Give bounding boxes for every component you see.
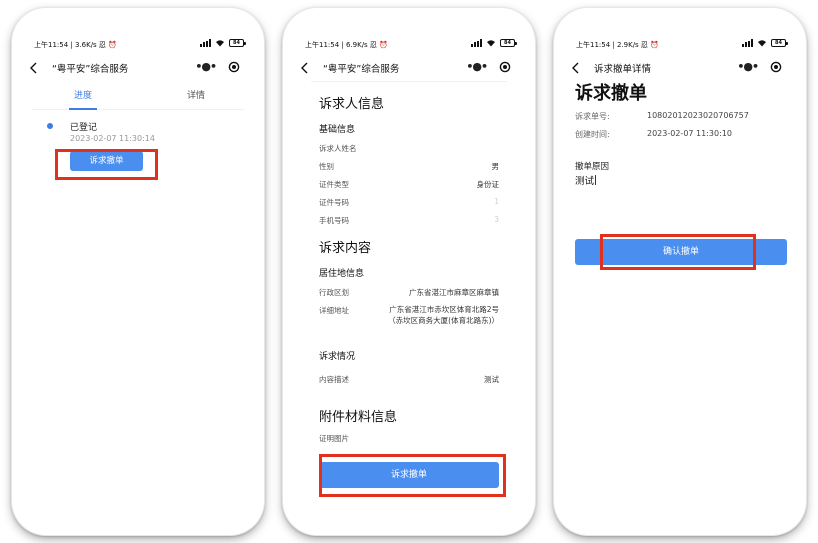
order-number-value: 10802012023020706757 [647,111,749,120]
nav-bar: “粤平安”综合服务 •●• [297,58,521,78]
mini-program-capsule: •●• [195,60,240,74]
status-bar: 上午11:54 | 3.6K/s 忍 ⏰ 84 [34,39,246,51]
close-target-icon[interactable] [228,61,240,73]
nav-bar: 诉求撤单详情 •●• [568,58,792,78]
phone-withdraw-screen: 上午11:54 | 2.9K/s 忍 ⏰ 84 诉求撤单详情 •●• 诉求撤单 … [554,8,806,535]
reason-text: 测试 [575,176,595,187]
field-value-gender: 男 [491,162,500,171]
field-label-description: 内容描述 [319,375,349,384]
close-target-icon[interactable] [770,61,782,73]
field-label-address: 详细地址 [319,306,349,315]
created-time-label: 创建时间: [575,130,610,139]
battery-icon: 84 [229,39,246,47]
reason-label: 撤单原因 [575,162,610,172]
page-title: 诉求撤单详情 [594,64,652,75]
phone-detail-screen: 上午11:54 | 6.9K/s 忍 ⏰ 84 “粤平安”综合服务 •●• 诉求… [283,8,535,535]
status-time: 上午11:54 | 6.9K/s 忍 ⏰ [305,41,388,49]
field-value-district: 广东省湛江市麻章区麻章镇 [409,288,499,297]
subsection-situation: 诉求情况 [319,352,356,362]
field-label-id-type: 证件类型 [319,180,349,189]
field-value-id-type: 身份证 [476,180,500,189]
more-icon[interactable]: •●• [737,60,759,74]
back-arrow-icon[interactable] [570,61,582,75]
back-arrow-icon[interactable] [28,61,40,75]
nav-bar: “粤平安”综合服务 •●• [26,58,250,78]
more-icon[interactable]: •●• [466,60,488,74]
section-title-attachments: 附件材料信息 [319,410,398,425]
tab-bar: 进度 详情 [32,86,244,110]
subsection-residence: 居住地信息 [319,269,365,279]
status-time: 上午11:54 | 2.9K/s 忍 ⏰ [576,41,659,49]
back-arrow-icon[interactable] [299,61,311,75]
event-time: 2023-02-07 11:30:14 [70,134,155,143]
phone-progress-screen: 上午11:54 | 3.6K/s 忍 ⏰ 84 “粤平安”综合服务 •●• 进度… [12,8,264,535]
battery-icon: 84 [771,39,788,47]
field-value-description: 测试 [484,375,499,384]
highlight-box [319,454,506,497]
created-time-value: 2023-02-07 11:30:10 [647,129,732,138]
field-label-phone: 手机号码 [319,216,349,225]
field-label-gender: 性别 [319,162,334,171]
tab-detail[interactable]: 详情 [187,88,205,101]
reason-input[interactable]: 测试 [575,173,597,187]
wifi-icon [758,40,766,47]
timeline-dot [47,123,53,129]
field-value-address: 广东省湛江市赤坎区体育北路2号（赤坎区商务大厦(体育北路东)） [388,305,499,325]
wifi-icon [216,40,224,47]
field-label-name: 诉求人姓名 [319,144,357,153]
field-value-id-number: 1 [494,197,499,206]
signal-icon [200,39,211,47]
nav-divider [311,81,507,82]
page-title: “粤平安”综合服务 [323,64,400,75]
section-title-content: 诉求内容 [319,241,372,256]
more-icon[interactable]: •●• [195,60,217,74]
status-bar: 上午11:54 | 6.9K/s 忍 ⏰ 84 [305,39,517,51]
field-value-phone: 3 [494,215,499,224]
subsection-basic: 基础信息 [319,125,356,135]
mini-program-capsule: •●• [466,60,511,74]
event-status: 已登记 [70,123,98,133]
close-target-icon[interactable] [499,61,511,73]
tab-progress[interactable]: 进度 [74,88,92,101]
tab-active-indicator [69,108,97,110]
signal-icon [471,39,482,47]
field-label-id-number: 证件号码 [319,198,349,207]
status-time: 上午11:54 | 3.6K/s 忍 ⏰ [34,41,117,49]
section-title-person: 诉求人信息 [319,97,385,112]
highlight-box [55,149,158,180]
order-number-label: 诉求单号: [575,112,610,121]
field-label-proof-image: 证明图片 [319,434,349,443]
highlight-box [600,234,756,270]
mini-program-capsule: •●• [737,60,782,74]
wifi-icon [487,40,495,47]
battery-icon: 84 [500,39,517,47]
text-caret [595,175,597,185]
withdraw-title: 诉求撤单 [575,83,647,104]
field-label-district: 行政区划 [319,288,349,297]
signal-icon [742,39,753,47]
page-title: “粤平安”综合服务 [52,64,129,75]
status-bar: 上午11:54 | 2.9K/s 忍 ⏰ 84 [576,39,788,51]
